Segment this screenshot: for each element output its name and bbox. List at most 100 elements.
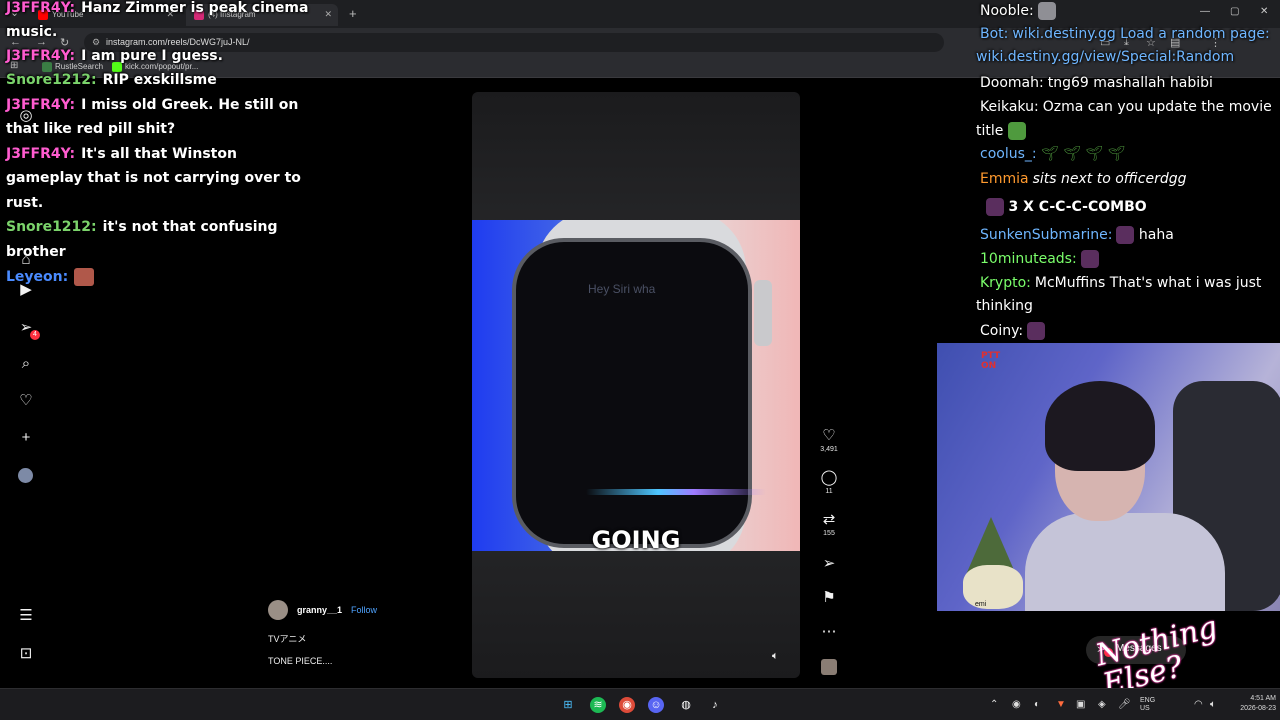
- repost-button[interactable]: ⇄ 155: [812, 510, 846, 537]
- screen: ⌄ YouTube ✕ (4) Instagram ✕ + — ▢ ✕ ← → …: [0, 0, 1280, 720]
- volume-icon[interactable]: 🔈︎: [772, 650, 779, 663]
- new-tab-icon[interactable]: +: [349, 6, 357, 21]
- chat-line: Leyeon:: [6, 268, 95, 286]
- notification-badge: 4: [30, 330, 40, 340]
- messages-nav-icon[interactable]: ➢ 4: [16, 318, 40, 340]
- tray-app-icon[interactable]: ▣: [1076, 699, 1085, 710]
- tray-chrome-icon[interactable]: ◉: [1012, 699, 1021, 710]
- clock-date: 2026-08-23: [1240, 705, 1276, 712]
- reel-description-1: TVアニメ: [268, 634, 307, 644]
- chat-line: thinking: [976, 298, 1033, 315]
- tray-brave-icon[interactable]: ▼: [1056, 699, 1066, 710]
- chat-line: J3FFR4Y: Hanz Zimmer is peak cinema: [6, 0, 308, 17]
- url-text: instagram.com/reels/DcWG7juJ-NL/: [106, 37, 250, 47]
- chat-line: 3 X C-C-C-COMBO: [986, 198, 1147, 216]
- chat-line: gameplay that is not carrying over to: [6, 170, 301, 187]
- repost-icon: ⇄: [822, 511, 836, 528]
- tiktok-icon[interactable]: ♪: [707, 697, 723, 713]
- system-clock[interactable]: 4:51 AM 2026-08-23: [1236, 694, 1276, 714]
- save-button[interactable]: ⚑: [812, 588, 846, 606]
- chat-message[interactable]: wiki.destiny.gg/view/Special:Random: [976, 49, 1234, 65]
- chat-message: sits next to officerdgg: [1032, 171, 1187, 187]
- chat-line: Snore1212: RIP exskillsme: [6, 72, 217, 89]
- chat-username: coolus_:: [980, 146, 1037, 162]
- threads-icon[interactable]: ⊡: [16, 644, 36, 664]
- chat-username: Krypto:: [980, 275, 1031, 291]
- chat-line: music.: [6, 24, 57, 41]
- chat-line: J3FFR4Y: It's all that Winston: [6, 146, 237, 163]
- chat-message: tng69 mashallah habibi: [1047, 75, 1213, 91]
- follow-button[interactable]: Follow: [351, 605, 377, 615]
- search-icon[interactable]: ⌕: [16, 354, 36, 374]
- chat-username: SunkenSubmarine:: [980, 227, 1113, 243]
- chat-message: thinking: [976, 298, 1033, 314]
- chat-username: Coiny:: [980, 323, 1024, 339]
- watch-crown: [754, 280, 772, 346]
- chat-username: Doomah:: [980, 75, 1044, 91]
- repost-count: 155: [823, 530, 835, 537]
- chat-line: SunkenSubmarine: haha: [980, 226, 1174, 244]
- create-icon[interactable]: +: [16, 428, 36, 448]
- reel-player[interactable]: Hey Siri wha GOING 🔈︎: [472, 92, 800, 678]
- maximize-icon[interactable]: ▢: [1230, 6, 1239, 17]
- emote-image: [1007, 122, 1026, 140]
- chat-message: I am pure I guess.: [81, 48, 223, 64]
- discord-icon[interactable]: ☺: [648, 697, 664, 713]
- author-name[interactable]: granny__1: [297, 605, 342, 615]
- obs-icon[interactable]: ◍: [678, 697, 694, 713]
- language-indicator[interactable]: ENG US: [1140, 697, 1155, 713]
- emote-image: [74, 268, 95, 286]
- chat-line: Coiny:: [980, 322, 1046, 340]
- chat-line: wiki.destiny.gg/view/Special:Random: [976, 49, 1234, 66]
- chat-message: I miss old Greek. He still on: [81, 97, 299, 113]
- reel-video[interactable]: Hey Siri wha GOING: [472, 220, 800, 551]
- chat-message: gameplay that is not carrying over to: [6, 170, 301, 186]
- spotify-icon[interactable]: ≋: [590, 697, 606, 713]
- streamer-body: [1025, 513, 1225, 611]
- chat-line: Krypto: McMuffins That's what i was just: [980, 275, 1261, 292]
- clock-time: 4:51 AM: [1250, 695, 1276, 702]
- minimize-icon[interactable]: —: [1200, 6, 1210, 17]
- chat-line: Snore1212: it's not that confusing: [6, 219, 278, 236]
- chat-line: brother: [6, 244, 66, 261]
- tray-steam-icon[interactable]: ◐: [1034, 699, 1040, 710]
- chat-message: RIP exskillsme: [102, 72, 217, 88]
- audio-thumbnail[interactable]: [821, 659, 837, 675]
- reel-caption: GOING: [591, 526, 681, 551]
- like-button[interactable]: ♡ 3,491: [812, 426, 846, 453]
- reel-description-2[interactable]: TONE PIECE....: [268, 656, 332, 666]
- close-icon[interactable]: ✕: [324, 9, 332, 20]
- webcam-feed: PTT ON emi: [937, 343, 1280, 611]
- wifi-icon[interactable]: ◠: [1194, 699, 1203, 710]
- combo-text: 3 X C-C-C-COMBO: [1008, 199, 1147, 215]
- chat-username: Emmia: [980, 171, 1029, 187]
- comment-icon: ◯: [820, 469, 838, 486]
- more-button[interactable]: ⋯: [812, 622, 846, 640]
- share-button[interactable]: ➢: [812, 554, 846, 572]
- tray-app2-icon[interactable]: ◈: [1098, 699, 1106, 710]
- heart-icon[interactable]: ♡: [16, 391, 36, 411]
- microphone-icon[interactable]: 🎤︎: [1118, 699, 1131, 710]
- emote-image: [986, 198, 1004, 216]
- windows-start-icon[interactable]: ⊞: [560, 697, 576, 713]
- chat-line: title: [976, 122, 1026, 140]
- hamburger-menu-icon[interactable]: ☰: [16, 606, 36, 626]
- chat-line: coolus_: 🌱︎ 🌱︎ 🌱︎ 🌱︎: [980, 146, 1125, 163]
- author-avatar[interactable]: [268, 600, 288, 620]
- chat-line: Bot: wiki.destiny.gg Load a random page:: [980, 26, 1270, 43]
- chat-line: 10minuteads:: [980, 250, 1099, 268]
- chat-line: Keikaku: Ozma can you update the movie: [980, 99, 1272, 116]
- chrome-icon[interactable]: ◉: [619, 697, 635, 713]
- chat-line: that like red pill shit?: [6, 121, 175, 138]
- close-window-icon[interactable]: ✕: [1260, 6, 1268, 17]
- chat-username: J3FFR4Y:: [6, 48, 76, 64]
- site-info-icon[interactable]: ⚙: [92, 37, 100, 48]
- heart-icon: ♡: [822, 427, 836, 444]
- tray-chevron-icon[interactable]: ⌃: [990, 699, 998, 710]
- chat-message[interactable]: wiki.destiny.gg Load a random page:: [1012, 26, 1269, 42]
- comment-button[interactable]: ◯ 11: [812, 468, 846, 495]
- volume-tray-icon[interactable]: 🔈︎: [1210, 699, 1216, 710]
- emote-image: [1116, 226, 1135, 244]
- profile-avatar[interactable]: [18, 468, 33, 483]
- chat-username: Nooble:: [980, 3, 1034, 19]
